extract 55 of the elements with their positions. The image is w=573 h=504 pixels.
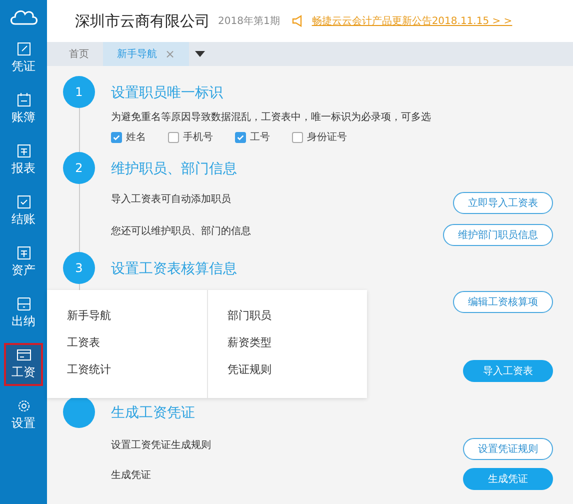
- step-title: 维护职员、部门信息: [111, 160, 238, 179]
- tab[interactable]: 新手导航 ×: [103, 42, 190, 66]
- sidebar-icon: [16, 42, 30, 56]
- sidebar-icon: [16, 195, 30, 209]
- checkbox[interactable]: [111, 132, 122, 142]
- sidebar-item[interactable]: 凭证: [4, 37, 43, 80]
- caret-icon: [195, 51, 206, 57]
- action-button[interactable]: 编辑工资核算项: [453, 291, 553, 313]
- sidebar-icon: [16, 93, 30, 107]
- step-text: 生成凭证: [111, 468, 151, 482]
- step-text: 导入工资表可自动添加职员: [111, 192, 231, 206]
- step-title: 设置职员唯一标识: [111, 84, 224, 103]
- sidebar-item[interactable]: 资产: [4, 241, 43, 284]
- tab[interactable]: 首页: [55, 42, 103, 66]
- step-title: 生成工资凭证: [111, 404, 196, 423]
- menu-item[interactable]: 凭证规则: [228, 362, 272, 377]
- checkbox[interactable]: [292, 132, 303, 142]
- menu-item[interactable]: 新手导航: [67, 308, 111, 323]
- option-label: 手机号: [183, 130, 213, 144]
- step-description: 为避免重名等原因导致数据混乱，工资表中，唯一标识为必录项，可多选: [111, 110, 432, 124]
- sidebar-icon: [16, 297, 30, 311]
- menu-item[interactable]: 工资表: [67, 335, 100, 350]
- menu-item[interactable]: 工资统计: [67, 362, 111, 377]
- sidebar-item[interactable]: 工资: [4, 343, 43, 386]
- sidebar-item[interactable]: 设置: [4, 394, 43, 437]
- sidebar-item[interactable]: 结账: [4, 190, 43, 233]
- checkbox[interactable]: [235, 132, 246, 142]
- step-number: 2: [63, 152, 95, 184]
- action-button[interactable]: 导入工资表: [463, 360, 553, 382]
- option-label: 姓名: [126, 131, 146, 144]
- step-number: 1: [63, 76, 95, 108]
- step-text: 设置工资凭证生成规则: [111, 438, 211, 452]
- option-label: 身份证号: [307, 131, 347, 144]
- action-button[interactable]: 设置凭证规则: [463, 438, 553, 460]
- action-button[interactable]: 生成凭证: [463, 468, 553, 490]
- sidebar-icon: [16, 348, 30, 362]
- step-title: 设置工资表核算信息: [111, 260, 238, 279]
- step-number: 3: [63, 252, 95, 284]
- period-label: 2018年第1期: [218, 14, 280, 28]
- notice-link[interactable]: 畅捷云云会计产品更新公告2018.11.15 > >: [312, 14, 512, 28]
- sidebar-icon: [16, 399, 30, 413]
- action-button[interactable]: 立即导入工资表: [453, 192, 553, 214]
- sidebar-item[interactable]: 出纳: [4, 292, 43, 335]
- sidebar-icon: [16, 246, 30, 260]
- sidebar-icon: [16, 144, 30, 158]
- sidebar-item[interactable]: 报表: [4, 139, 43, 182]
- action-button[interactable]: 维护部门职员信息: [443, 224, 553, 246]
- step-text: 您还可以维护职员、部门的信息: [111, 224, 251, 238]
- speaker-icon: [292, 15, 304, 27]
- checkbox[interactable]: [168, 132, 179, 142]
- company-name: 深圳市云商有限公司: [75, 12, 210, 30]
- menu-item[interactable]: 薪资类型: [228, 335, 272, 350]
- option-label: 工号: [250, 131, 270, 144]
- sidebar-item[interactable]: 账簿: [4, 88, 43, 131]
- menu-item[interactable]: 部门职员: [228, 308, 272, 323]
